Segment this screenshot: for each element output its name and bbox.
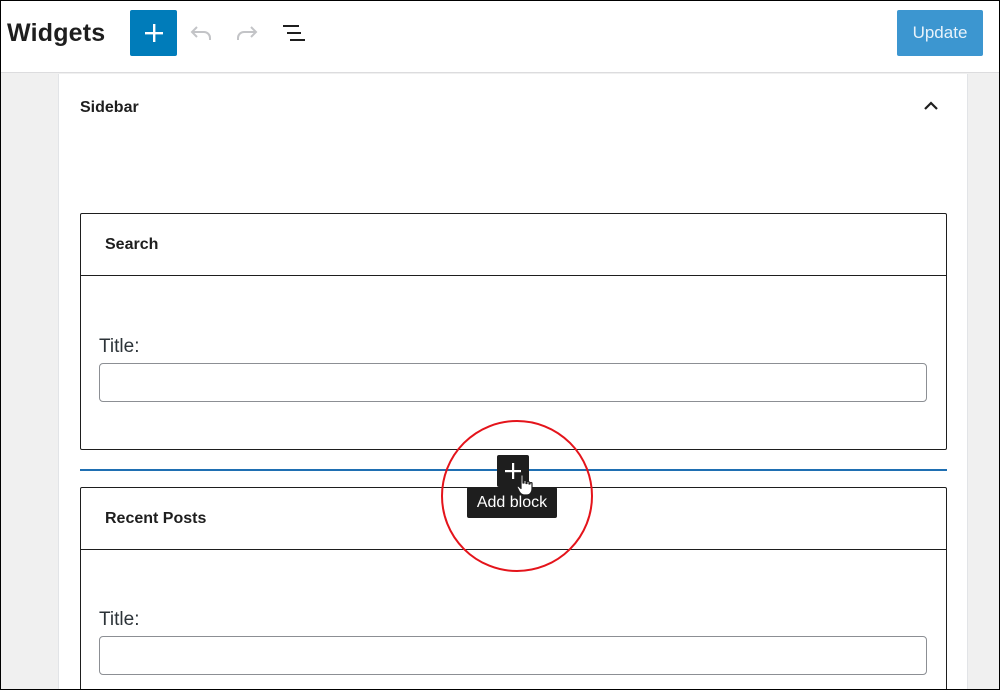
recent-posts-title-input[interactable]: [99, 636, 927, 675]
sidebar-collapse-button[interactable]: [921, 96, 941, 116]
search-widget-block[interactable]: Search Title:: [80, 213, 947, 450]
list-view-icon: [283, 25, 305, 41]
widget-title: Recent Posts: [105, 509, 207, 527]
editor-header: Widgets Update: [0, 0, 1000, 73]
list-view-button[interactable]: [281, 20, 307, 46]
page-title: Widgets: [7, 19, 106, 47]
undo-icon: [190, 26, 211, 40]
add-block-tooltip: Add block: [467, 487, 557, 518]
add-block-toolbar-button[interactable]: [130, 10, 177, 56]
sidebar-title: Sidebar: [80, 99, 139, 116]
widget-header: Search: [81, 214, 946, 276]
redo-button[interactable]: [234, 20, 260, 46]
search-title-input[interactable]: [99, 363, 927, 402]
plus-icon: [144, 24, 163, 42]
update-button[interactable]: Update: [897, 10, 983, 56]
chevron-up-icon: [924, 101, 938, 110]
widget-title: Search: [105, 235, 159, 253]
undo-button[interactable]: [188, 20, 214, 46]
hand-cursor-icon: [516, 474, 533, 496]
title-field-label: Title:: [99, 336, 140, 357]
title-field-label: Title:: [99, 609, 140, 630]
redo-icon: [237, 26, 258, 40]
